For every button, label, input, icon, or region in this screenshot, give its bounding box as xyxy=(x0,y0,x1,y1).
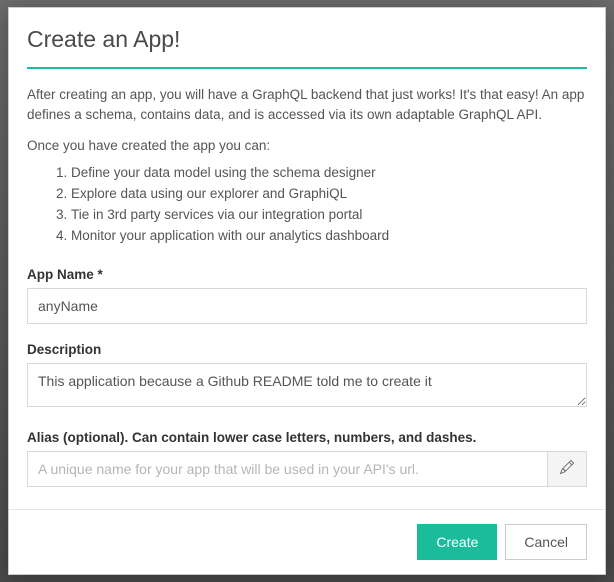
create-app-modal: Create an App! After creating an app, yo… xyxy=(8,7,606,575)
description-input[interactable] xyxy=(27,363,587,407)
list-item: Monitor your application with our analyt… xyxy=(71,226,587,247)
steps-list: Define your data model using the schema … xyxy=(27,163,587,247)
pencil-icon xyxy=(560,460,574,477)
alias-row xyxy=(27,451,587,487)
alias-label: Alias (optional). Can contain lower case… xyxy=(27,430,587,445)
modal-title: Create an App! xyxy=(27,26,587,53)
alias-input[interactable] xyxy=(27,451,547,487)
list-item: Define your data model using the schema … xyxy=(71,163,587,184)
create-button[interactable]: Create xyxy=(417,524,497,560)
title-rule xyxy=(27,67,587,69)
list-item: Tie in 3rd party services via our integr… xyxy=(71,205,587,226)
modal-body: Create an App! After creating an app, yo… xyxy=(9,8,605,509)
after-list-label: Once you have created the app you can: xyxy=(27,138,587,153)
app-name-input[interactable] xyxy=(27,288,587,324)
alias-edit-button[interactable] xyxy=(547,451,587,487)
description-label: Description xyxy=(27,342,587,357)
intro-text: After creating an app, you will have a G… xyxy=(27,85,587,124)
app-name-label: App Name * xyxy=(27,267,587,282)
modal-footer: Create Cancel xyxy=(9,509,605,574)
list-item: Explore data using our explorer and Grap… xyxy=(71,184,587,205)
cancel-button[interactable]: Cancel xyxy=(505,524,587,560)
